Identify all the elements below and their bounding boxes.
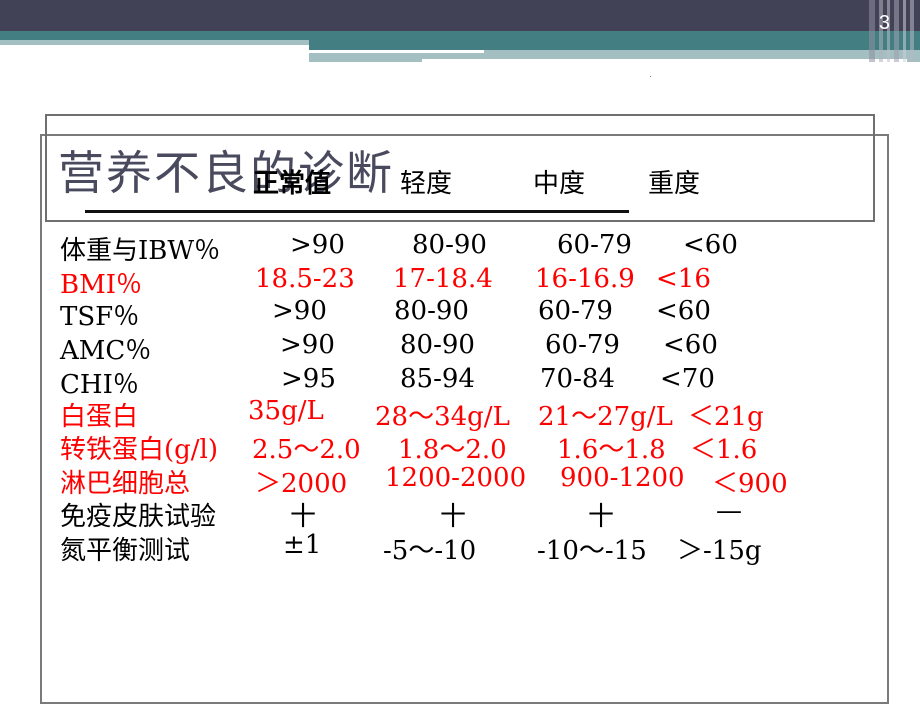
cell-severe: — bbox=[716, 496, 742, 526]
header-white-stripe bbox=[309, 50, 484, 53]
cell-severe: ＜1.6 bbox=[690, 435, 758, 465]
header-vertical-stripes bbox=[865, 0, 920, 62]
cell-moderate: 21～27g/L bbox=[538, 402, 673, 432]
row-label: 氮平衡测试 bbox=[60, 536, 191, 566]
cell-mild: 80-90 bbox=[394, 296, 469, 326]
cell-severe: <60 bbox=[656, 296, 711, 326]
cell-moderate: 60-79 bbox=[538, 296, 613, 326]
table-row-nitrogen-balance: 氮平衡测试 ±1 -5～-10 -10～-15 ＞-15g bbox=[0, 530, 920, 566]
column-header-moderate: 中度 bbox=[533, 169, 586, 199]
cell-severe: ＜21g bbox=[688, 402, 764, 432]
table-row-lymphocyte: 淋巴细胞总 ＞2000 1200-2000 900-1200 ＜900 bbox=[0, 463, 920, 499]
cell-moderate: -10～-15 bbox=[537, 536, 647, 566]
row-label: AMC％ bbox=[60, 336, 152, 366]
cell-normal: ＞2000 bbox=[255, 469, 348, 499]
cell-moderate: 60-79 bbox=[545, 330, 620, 360]
header-band-teal-right bbox=[309, 31, 920, 50]
row-label: 转铁蛋白(g/l) bbox=[60, 435, 219, 465]
decorative-dot bbox=[650, 76, 651, 77]
cell-severe: ＞-15g bbox=[677, 536, 762, 566]
cell-moderate: 十 bbox=[588, 502, 615, 532]
cell-normal: >95 bbox=[281, 364, 336, 394]
cell-mild: 1200-2000 bbox=[385, 463, 527, 493]
cell-normal: 35g/L bbox=[248, 396, 324, 426]
slide-title: 营养不良的诊断 bbox=[58, 146, 394, 200]
cell-severe: <16 bbox=[656, 264, 711, 294]
header-band-dark bbox=[0, 0, 920, 31]
column-header-severe: 重度 bbox=[648, 169, 701, 199]
cell-normal: 2.5～2.0 bbox=[252, 435, 361, 465]
cell-normal: >90 bbox=[280, 330, 335, 360]
cell-severe: <70 bbox=[660, 364, 715, 394]
column-header-mild: 轻度 bbox=[400, 169, 453, 199]
cell-moderate: 60-79 bbox=[557, 230, 632, 260]
cell-mild: 28～34g/L bbox=[375, 402, 510, 432]
cell-mild: 80-90 bbox=[412, 230, 487, 260]
table-row-albumin: 白蛋白 35g/L 28～34g/L 21～27g/L ＜21g bbox=[0, 396, 920, 432]
column-header-normal: 正常值 bbox=[253, 169, 332, 199]
table-row-amc: AMC％ >90 80-90 60-79 <60 bbox=[0, 330, 920, 366]
cell-mild: 17-18.4 bbox=[393, 264, 493, 294]
table-row-transferrin: 转铁蛋白(g/l) 2.5～2.0 1.8～2.0 1.6～1.8 ＜1.6 bbox=[0, 429, 920, 465]
row-label: 免疫皮肤试验 bbox=[60, 502, 217, 532]
row-label: 白蛋白 bbox=[60, 402, 139, 432]
table-row-bmi: BMI％ 18.5-23 17-18.4 16-16.9 <16 bbox=[0, 264, 920, 300]
header-underline bbox=[85, 210, 629, 213]
row-label: 体重与IBW％ bbox=[60, 236, 221, 266]
cell-mild: 85-94 bbox=[400, 364, 475, 394]
cell-moderate: 900-1200 bbox=[560, 463, 685, 493]
table-row-tsf: TSF％ >90 80-90 60-79 <60 bbox=[0, 296, 920, 332]
cell-normal: >90 bbox=[272, 296, 327, 326]
table-row-skin-test: 免疫皮肤试验 十 十 十 — bbox=[0, 496, 920, 532]
cell-severe: <60 bbox=[683, 230, 738, 260]
cell-mild: 1.8～2.0 bbox=[398, 435, 507, 465]
cell-moderate: 1.6～1.8 bbox=[557, 435, 666, 465]
cell-normal: ±1 bbox=[283, 530, 322, 560]
cell-severe: <60 bbox=[663, 330, 718, 360]
cell-normal: 18.5-23 bbox=[255, 264, 355, 294]
slide-page-number: 3 bbox=[878, 12, 890, 34]
cell-moderate: 70-84 bbox=[540, 364, 615, 394]
cell-moderate: 16-16.9 bbox=[535, 264, 635, 294]
table-row-chi: CHI％ >95 85-94 70-84 <70 bbox=[0, 364, 920, 400]
table-row-ibw: 体重与IBW％ >90 80-90 60-79 <60 bbox=[0, 230, 920, 266]
header-band-light-left bbox=[0, 40, 309, 45]
cell-mild: 十 bbox=[440, 502, 467, 532]
row-label: 淋巴细胞总 bbox=[60, 469, 191, 499]
cell-mild: -5～-10 bbox=[383, 536, 477, 566]
cell-normal: >90 bbox=[290, 230, 345, 260]
cell-severe: ＜900 bbox=[712, 469, 788, 499]
cell-normal: 十 bbox=[290, 502, 317, 532]
row-label: TSF％ bbox=[60, 302, 140, 332]
header-white-stripe-lower bbox=[422, 59, 907, 62]
cell-mild: 80-90 bbox=[400, 330, 475, 360]
